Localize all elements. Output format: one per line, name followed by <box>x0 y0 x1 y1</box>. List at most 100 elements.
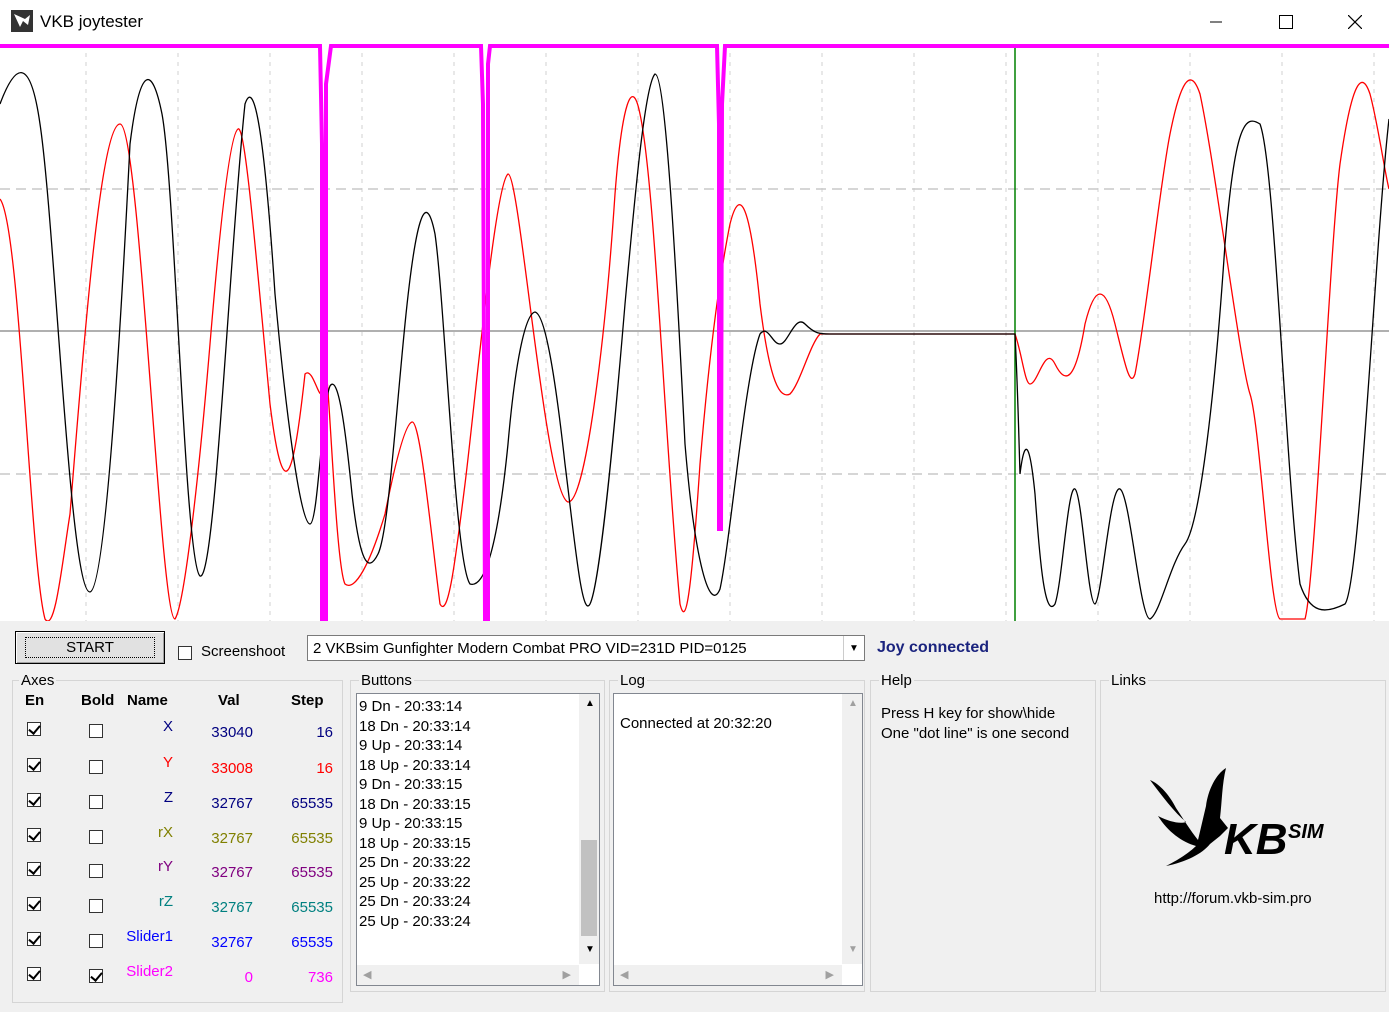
axis-step: 65535 <box>291 795 333 812</box>
vkb-logo-text: KB <box>1224 815 1288 864</box>
axis-bold-checkbox[interactable] <box>89 760 103 774</box>
buttons-group-title: Buttons <box>359 672 414 689</box>
log-scroll-right-icon[interactable]: ▶ <box>826 968 834 981</box>
log-entry[interactable]: Connected at 20:32:20 <box>618 714 862 734</box>
log-scrollbar[interactable]: ▲ ▼ <box>842 694 862 964</box>
axes-plot <box>0 44 1389 621</box>
button-event-item[interactable]: 18 Up - 20:33:15 <box>357 834 599 854</box>
axes-group-title: Axes <box>19 672 57 689</box>
device-select-value: 2 VKBsim Gunfighter Modern Combat PRO VI… <box>313 640 747 657</box>
axis-enable-checkbox[interactable] <box>27 758 41 772</box>
axis-bold-checkbox[interactable] <box>89 969 103 983</box>
button-event-item[interactable]: 18 Dn - 20:33:14 <box>357 717 599 737</box>
axis-enable-checkbox[interactable] <box>27 828 41 842</box>
title-bar: VKB joytester <box>0 0 1389 44</box>
scroll-left-icon[interactable]: ◀ <box>363 968 371 981</box>
axis-value: 32767 <box>211 899 253 916</box>
help-line-1: Press H key for show\hide <box>881 705 1056 722</box>
vkb-sim-logo: KB SIM <box>1150 768 1325 866</box>
axes-header-step: Step <box>291 692 324 709</box>
close-button[interactable] <box>1320 0 1389 44</box>
axis-enable-checkbox[interactable] <box>27 793 41 807</box>
axis-step: 65535 <box>291 830 333 847</box>
axis-value: 32767 <box>211 934 253 951</box>
button-event-item[interactable]: 18 Dn - 20:33:15 <box>357 795 599 815</box>
scroll-right-icon[interactable]: ▶ <box>563 968 571 981</box>
scroll-down-icon[interactable]: ▼ <box>585 944 595 955</box>
vkb-logo-sup: SIM <box>1288 821 1325 843</box>
axis-step: 65535 <box>291 899 333 916</box>
screenshot-checkbox[interactable] <box>178 646 192 660</box>
axis-bold-checkbox[interactable] <box>89 864 103 878</box>
axis-name: rX <box>158 824 173 841</box>
maximize-icon <box>1279 15 1293 29</box>
axis-enable-checkbox[interactable] <box>27 722 41 736</box>
buttons-list[interactable]: 9 Dn - 20:33:14 18 Dn - 20:33:14 9 Up - 20… <box>356 693 600 986</box>
buttons-hscrollbar[interactable]: ◀ ▶ <box>357 965 579 985</box>
chevron-down-icon[interactable]: ▼ <box>843 636 864 660</box>
button-event-item[interactable]: 9 Up - 20:33:14 <box>357 736 599 756</box>
axis-name: rY <box>158 858 173 875</box>
log-scroll-left-icon[interactable]: ◀ <box>620 968 628 981</box>
axis-name: Y <box>162 754 173 771</box>
button-event-item[interactable]: 25 Up - 20:33:22 <box>357 873 599 893</box>
axis-value: 0 <box>244 969 253 986</box>
axis-step: 16 <box>316 760 333 777</box>
log-scroll-up-icon[interactable]: ▲ <box>848 698 858 709</box>
axes-header-name: Name <box>127 692 168 709</box>
device-select[interactable]: 2 VKBsim Gunfighter Modern Combat PRO VI… <box>307 635 865 661</box>
axis-value: 32767 <box>211 830 253 847</box>
axis-value: 33008 <box>211 760 253 777</box>
axis-bold-checkbox[interactable] <box>89 934 103 948</box>
log-group-title: Log <box>618 672 648 689</box>
axes-header-en: En <box>25 692 45 709</box>
button-event-item[interactable]: 25 Dn - 20:33:22 <box>357 853 599 873</box>
button-event-item[interactable]: 18 Up - 20:33:14 <box>357 756 599 776</box>
axes-header-bold: Bold <box>81 692 115 709</box>
axis-bold-checkbox[interactable] <box>89 724 103 738</box>
axis-value: 32767 <box>211 864 253 881</box>
log-hscrollbar[interactable]: ◀ ▶ <box>614 965 842 985</box>
button-event-item[interactable]: 9 Dn - 20:33:15 <box>357 775 599 795</box>
axis-value: 32767 <box>211 795 253 812</box>
axis-step: 65535 <box>291 934 333 951</box>
minimize-button[interactable] <box>1181 0 1251 44</box>
buttons-scrollbar[interactable]: ▲ ▼ <box>579 694 599 964</box>
axis-name: X <box>162 718 173 735</box>
start-button[interactable]: START <box>15 631 165 664</box>
connection-status: Joy connected <box>877 639 990 656</box>
button-event-item[interactable]: 9 Dn - 20:33:14 <box>357 697 599 717</box>
forum-link[interactable]: http://forum.vkb-sim.pro <box>1154 890 1312 907</box>
axis-enable-checkbox[interactable] <box>27 862 41 876</box>
buttons-items: 9 Dn - 20:33:14 18 Dn - 20:33:14 9 Up - 20… <box>357 694 599 931</box>
axis-step: 736 <box>307 969 333 986</box>
axes-header-val: Val <box>218 692 240 709</box>
axis-bold-checkbox[interactable] <box>89 899 103 913</box>
help-group-title: Help <box>879 672 914 689</box>
axis-bold-checkbox[interactable] <box>89 795 103 809</box>
button-event-item[interactable]: 9 Up - 20:33:15 <box>357 814 599 834</box>
log-scroll-down-icon[interactable]: ▼ <box>848 944 858 955</box>
axis-step: 65535 <box>291 864 333 881</box>
maximize-button[interactable] <box>1251 0 1321 44</box>
axis-enable-checkbox[interactable] <box>27 932 41 946</box>
buttons-scroll-thumb[interactable] <box>581 840 597 936</box>
axis-name: Z <box>163 789 173 806</box>
screenshot-label: Screenshoot <box>201 643 286 660</box>
start-button-label: START <box>25 637 155 658</box>
scroll-up-icon[interactable]: ▲ <box>585 698 595 709</box>
axis-name: Slider2 <box>126 963 173 980</box>
close-icon <box>1348 15 1362 29</box>
button-event-item[interactable]: 25 Up - 20:33:24 <box>357 912 599 932</box>
window-title: VKB joytester <box>40 12 143 31</box>
axis-name: rZ <box>158 893 173 910</box>
vkb-app-icon <box>11 10 33 32</box>
help-line-2: One "dot line" is one second <box>881 725 1070 742</box>
axis-enable-checkbox[interactable] <box>27 967 41 981</box>
button-event-item[interactable]: 25 Dn - 20:33:24 <box>357 892 599 912</box>
log-list[interactable]: Connected at 20:32:20 ▲ ▼ ◀ ▶ <box>613 693 863 986</box>
axis-bold-checkbox[interactable] <box>89 830 103 844</box>
axis-enable-checkbox[interactable] <box>27 897 41 911</box>
minimize-icon <box>1210 21 1222 23</box>
axis-name: Slider1 <box>126 928 173 945</box>
